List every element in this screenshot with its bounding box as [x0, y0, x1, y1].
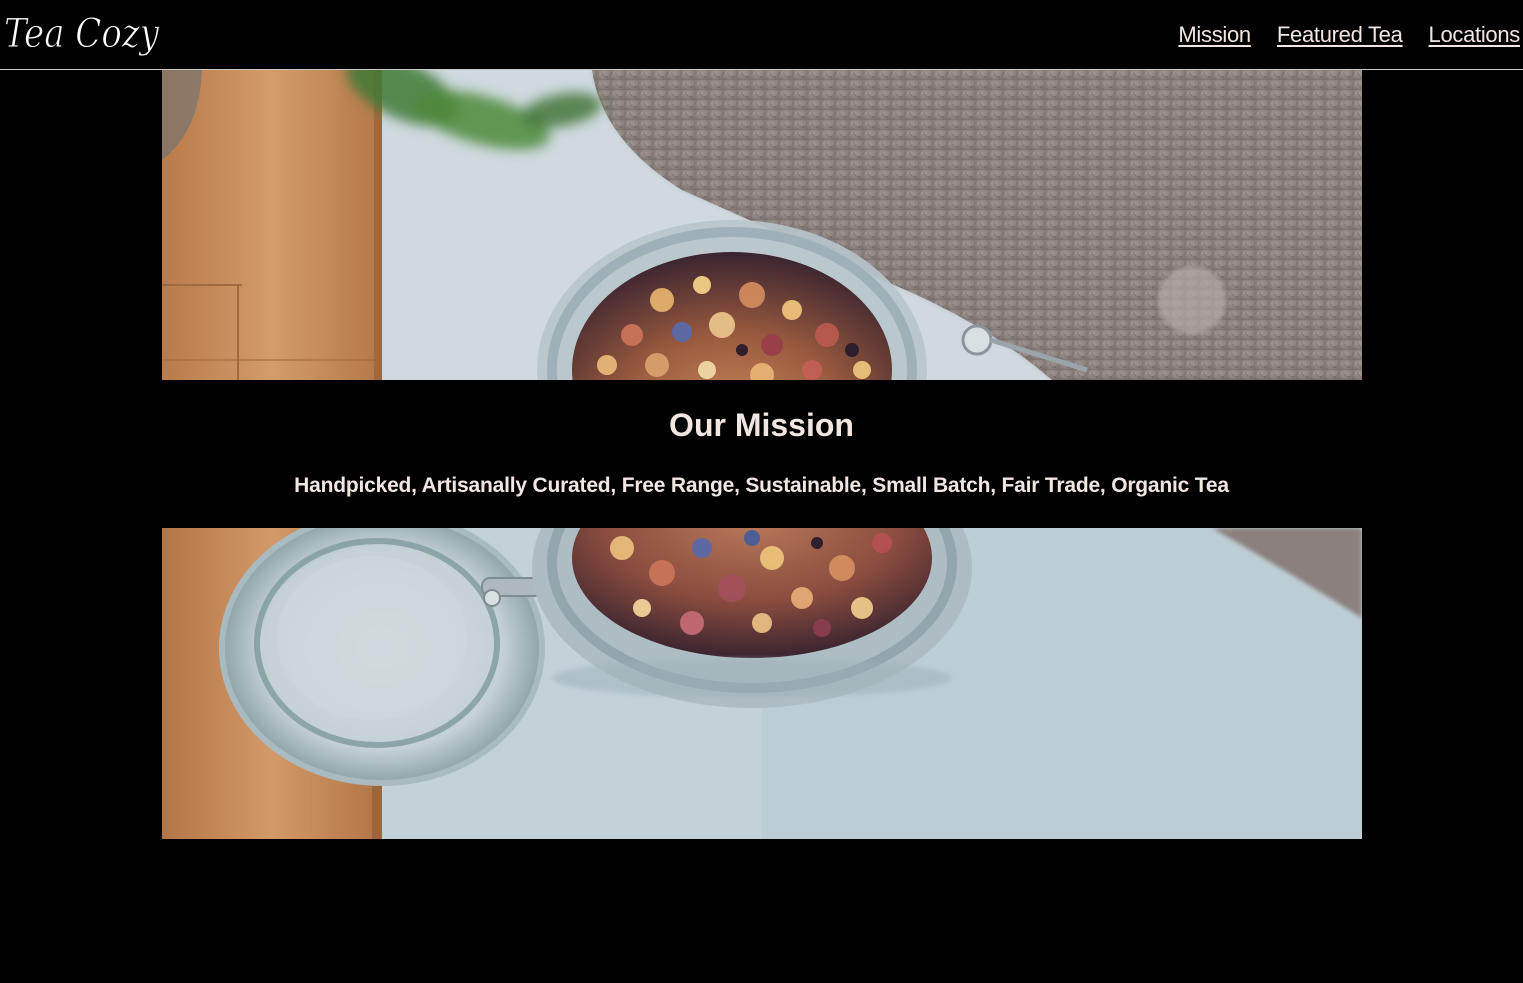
mission-tagline: Handpicked, Artisanally Curated, Free Ra… — [294, 474, 1229, 497]
tea-cozy-logo[interactable]: Tea Cozy — [4, 2, 164, 64]
nav-link-featured-tea[interactable]: Featured Tea — [1277, 20, 1403, 50]
nav-link-mission[interactable]: Mission — [1178, 20, 1251, 50]
hero-image-bottom — [162, 528, 1362, 839]
hero-image-top — [162, 70, 1362, 380]
logo-wordmark: Tea Cozy — [4, 11, 160, 57]
mission-heading: Our Mission — [669, 407, 854, 443]
nav-link-locations[interactable]: Locations — [1429, 20, 1521, 50]
main-nav: Mission Featured Tea Locations — [1178, 20, 1520, 50]
site-header: Tea Cozy Mission Featured Tea Locations — [0, 0, 1523, 70]
